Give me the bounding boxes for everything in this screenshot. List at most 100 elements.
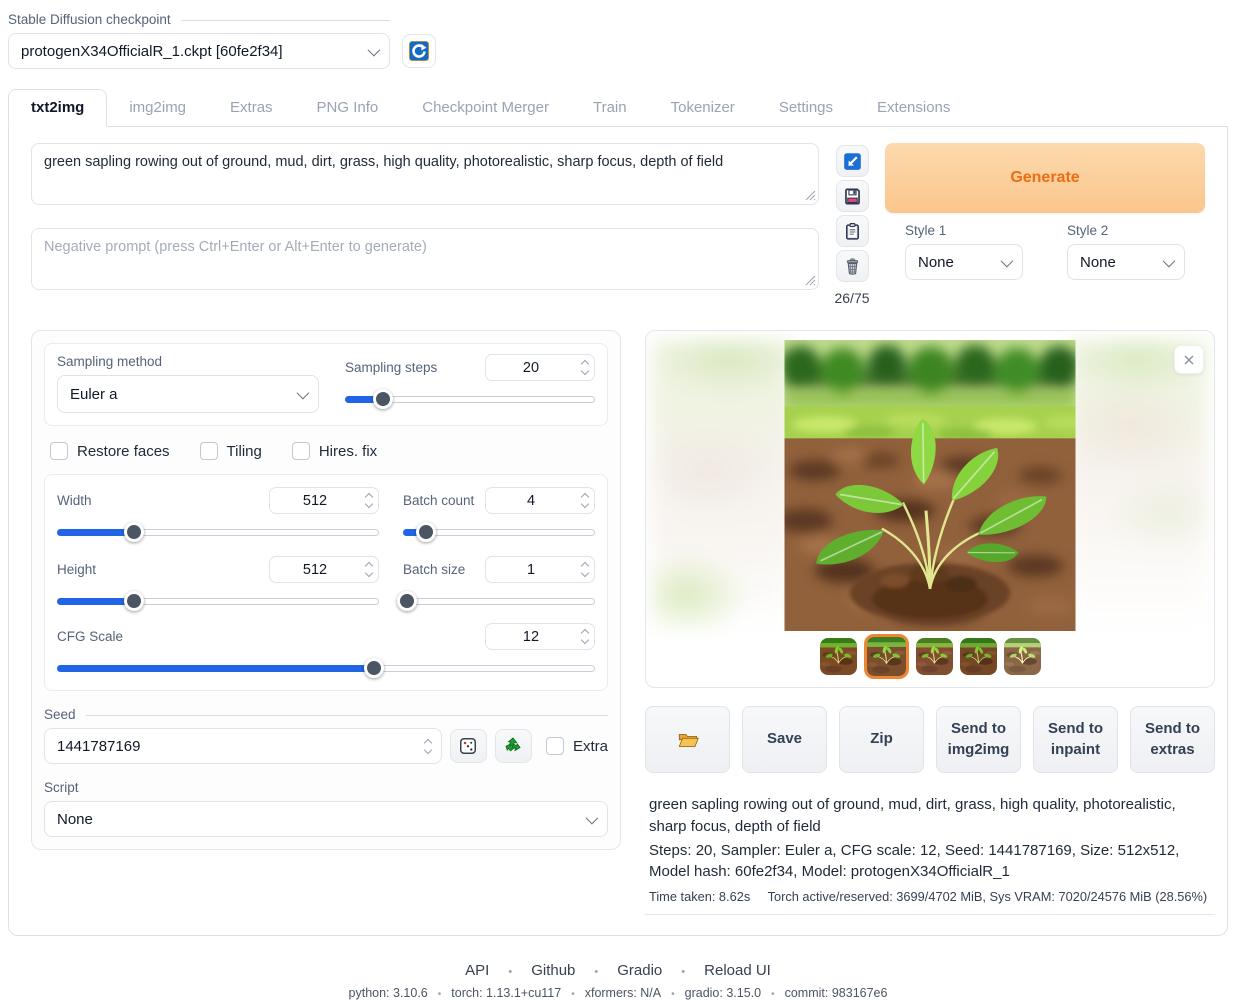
tiling-checkbox-row[interactable]: Tiling [200,442,262,460]
slider-handle[interactable] [373,389,393,409]
send-to-img2img-button[interactable]: Send to img2img [936,706,1021,773]
style2-select[interactable]: None [1067,244,1185,280]
cfg-scale-slider[interactable] [57,658,595,678]
checkpoint-label: Stable Diffusion checkpoint [8,12,390,27]
slider-handle[interactable] [124,591,144,611]
checkpoint-select[interactable]: protogenX34OfficialR_1.ckpt [60fe2f34] [8,33,390,69]
footer-link-gradio[interactable]: Gradio [617,962,704,979]
footer-link-github[interactable]: Github [531,962,617,979]
stepper-icon[interactable] [576,361,594,374]
sampling-steps-label: Sampling steps [345,360,437,375]
extra-seed-checkbox[interactable] [546,737,564,755]
image-gallery [645,330,1215,688]
save-style-button[interactable] [836,180,869,212]
refresh-checkpoint-button[interactable] [402,34,436,68]
hires-fix-checkbox-row[interactable]: Hires. fix [292,442,377,460]
footer-link-api[interactable]: API [465,962,531,979]
sampling-steps-input[interactable]: 20 [485,354,595,381]
tab-img2img[interactable]: img2img [107,90,208,126]
thumbnail-2-selected[interactable] [864,634,909,679]
clipboard-icon [843,222,862,241]
batch-count-input[interactable]: 4 [485,487,595,514]
refresh-icon [408,40,430,62]
sampling-method-select[interactable]: Euler a [57,375,319,413]
batch-size-input[interactable]: 1 [485,556,595,583]
extra-seed-checkbox-row[interactable]: Extra [546,737,608,755]
chevron-down-icon [1163,254,1176,267]
style2-label: Style 2 [1067,223,1185,238]
width-slider[interactable] [57,522,379,542]
thumbnail-1[interactable] [820,638,857,675]
sampling-steps-slider[interactable] [345,389,595,409]
seed-input[interactable]: 1441787169 [44,728,442,764]
send-to-extras-button[interactable]: Send to extras [1130,706,1215,773]
script-select[interactable]: None [44,801,608,837]
open-folder-button[interactable] [645,706,730,773]
save-button[interactable]: Save [742,706,827,773]
slider-handle[interactable] [364,658,384,678]
batch-count-slider[interactable] [403,522,595,542]
seed-label: Seed [44,707,608,722]
trash-icon [843,257,862,276]
cfg-scale-input[interactable]: 12 [485,623,595,650]
thumbnail-strip [646,634,1214,679]
clear-prompt-button[interactable] [836,250,869,282]
close-preview-button[interactable] [1174,345,1204,374]
txt2img-panel: green sapling rowing out of ground, mud,… [8,127,1228,936]
height-input[interactable]: 512 [269,556,379,583]
tiling-checkbox[interactable] [200,442,218,460]
stepper-icon[interactable] [576,630,594,643]
width-input[interactable]: 512 [269,487,379,514]
generated-image-preview[interactable] [785,340,1076,631]
stepper-icon[interactable] [360,494,378,507]
generate-button[interactable]: Generate [885,143,1205,213]
tab-txt2img[interactable]: txt2img [8,89,107,127]
height-slider[interactable] [57,591,379,611]
footer: API Github Gradio Reload UI python: 3.10… [8,962,1228,1000]
tab-tokenizer[interactable]: Tokenizer [649,90,757,126]
thumbnail-3[interactable] [916,638,953,675]
thumbnail-5[interactable] [1004,638,1041,675]
tab-extras[interactable]: Extras [208,90,295,126]
random-seed-button[interactable] [450,729,487,763]
width-label: Width [57,493,92,508]
prompt-input[interactable]: green sapling rowing out of ground, mud,… [31,143,819,205]
chevron-down-icon [1001,254,1014,267]
batch-size-slider[interactable] [403,591,595,611]
stepper-icon[interactable] [576,494,594,507]
chevron-down-icon [586,811,599,824]
stepper-icon[interactable] [360,563,378,576]
tab-extensions[interactable]: Extensions [855,90,972,126]
gallery-blur-right [1068,340,1208,630]
stepper-icon[interactable] [419,740,437,753]
zip-button[interactable]: Zip [839,706,924,773]
hires-fix-checkbox[interactable] [292,442,310,460]
restore-faces-checkbox-row[interactable]: Restore faces [50,442,170,460]
slider-handle[interactable] [397,591,417,611]
slider-handle[interactable] [124,522,144,542]
output-params-text: Steps: 20, Sampler: Euler a, CFG scale: … [649,840,1211,884]
app-root: Stable Diffusion checkpoint protogenX34O… [0,0,1236,1000]
send-to-inpaint-button[interactable]: Send to inpaint [1033,706,1118,773]
tab-train[interactable]: Train [571,90,649,126]
reuse-seed-button[interactable] [495,729,532,763]
paste-generation-params-button[interactable] [836,145,869,177]
time-taken-text: Time taken: 8.62s [649,889,750,904]
thumbnail-4[interactable] [960,638,997,675]
negative-prompt-input[interactable] [31,228,819,290]
vram-text: Torch active/reserved: 3699/4702 MiB, Sy… [768,889,1208,904]
tab-checkpoint-merger[interactable]: Checkpoint Merger [400,90,571,126]
apply-style-button[interactable] [836,215,869,247]
close-icon [1182,353,1196,367]
tab-settings[interactable]: Settings [757,90,855,126]
style1-select[interactable]: None [905,244,1023,280]
footer-link-reload-ui[interactable]: Reload UI [704,962,771,979]
restore-faces-checkbox[interactable] [50,442,68,460]
version-python: python: 3.10.6 [349,986,452,1000]
slider-handle[interactable] [416,522,436,542]
tab-png-info[interactable]: PNG Info [295,90,401,126]
version-commit: commit: 983167e6 [785,986,888,1000]
main-tabbar: txt2img img2img Extras PNG Info Checkpoi… [8,89,1228,127]
chevron-down-icon [368,43,381,56]
stepper-icon[interactable] [576,563,594,576]
